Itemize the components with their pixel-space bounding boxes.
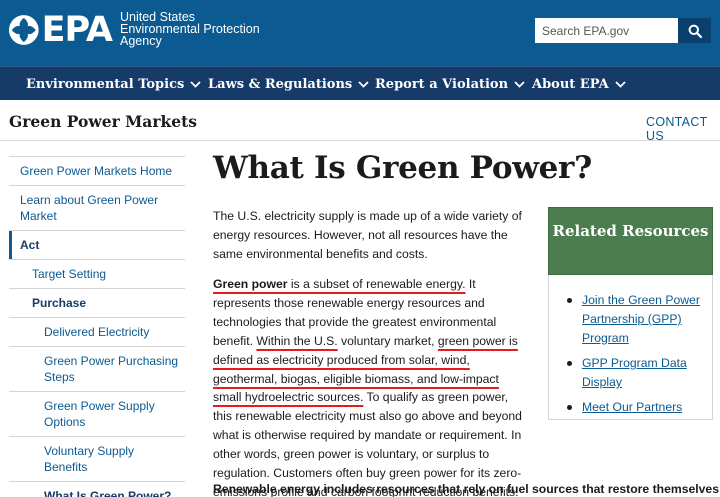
sidebar-item-supply-options[interactable]: Green Power Supply Options bbox=[9, 391, 185, 436]
nav-report-violation[interactable]: Report a Violation bbox=[375, 67, 525, 101]
chevron-down-icon bbox=[615, 80, 626, 88]
sidebar-item-label: Learn about Green Power Market bbox=[20, 193, 159, 223]
sidebar-item-purchasing-steps[interactable]: Green Power Purchasing Steps bbox=[9, 346, 185, 391]
sidebar-item-learn[interactable]: Learn about Green Power Market bbox=[9, 185, 185, 230]
main-nav: Environmental Topics Laws & Regulations … bbox=[0, 66, 720, 100]
sidebar-item-label: Voluntary Supply Benefits bbox=[44, 444, 135, 474]
resource-link-partners[interactable]: Meet Our Partners bbox=[582, 400, 682, 414]
epa-flower-icon bbox=[8, 15, 39, 45]
sidebar-item-markets-home[interactable]: Green Power Markets Home bbox=[9, 156, 185, 185]
resource-link-join-gpp[interactable]: Join the Green Power Partnership (GPP) P… bbox=[582, 293, 700, 345]
divider bbox=[0, 140, 720, 141]
resource-link-gpp-data[interactable]: GPP Program Data Display bbox=[582, 356, 687, 389]
related-resources-list: Join the Green Power Partnership (GPP) P… bbox=[564, 291, 710, 418]
nav-label: Laws & Regulations bbox=[208, 76, 353, 92]
sidebar-item-label: Green Power Markets Home bbox=[20, 164, 173, 178]
sidebar-item-label: What Is Green Power? bbox=[44, 489, 172, 497]
sidebar-item-label: Act bbox=[20, 238, 40, 252]
sidebar-item-label: Green Power Purchasing Steps bbox=[44, 354, 179, 384]
sidebar-item-what-is-green-power[interactable]: What Is Green Power? bbox=[9, 481, 185, 497]
contact-us-link[interactable]: CONTACT US bbox=[646, 115, 720, 143]
nav-environmental-topics[interactable]: Environmental Topics bbox=[26, 67, 201, 101]
chevron-down-icon bbox=[514, 80, 525, 88]
chevron-down-icon bbox=[358, 80, 369, 88]
site-header: EPA United States Environmental Protecti… bbox=[0, 0, 720, 66]
page-title: What Is Green Power? bbox=[213, 150, 592, 186]
sidebar-item-purchase[interactable]: Purchase bbox=[9, 288, 185, 317]
nav-label: About EPA bbox=[532, 76, 609, 92]
epa-logo[interactable]: EPA bbox=[8, 10, 113, 50]
agency-name: United States Environmental Protection A… bbox=[120, 11, 260, 48]
term-green-power: Green power bbox=[213, 277, 288, 291]
list-item: Join the Green Power Partnership (GPP) P… bbox=[564, 291, 710, 348]
definition-paragraph: Green power is a subset of renewable ene… bbox=[213, 275, 529, 497]
annotated-text: Within the U.S. bbox=[256, 333, 338, 348]
search-icon bbox=[688, 24, 702, 38]
sidebar-nav: Green Power Markets Home Learn about Gre… bbox=[9, 156, 185, 497]
annotated-text: is a subset of renewable energy. bbox=[287, 277, 466, 291]
active-indicator bbox=[9, 231, 12, 259]
body-text: voluntary market, bbox=[337, 333, 438, 348]
chevron-down-icon bbox=[190, 80, 201, 88]
sidebar-item-delivered-electricity[interactable]: Delivered Electricity bbox=[9, 317, 185, 346]
nav-label: Environmental Topics bbox=[26, 76, 185, 92]
sidebar-item-act[interactable]: Act bbox=[9, 230, 185, 259]
renewable-paragraph: Renewable energy includes resources that… bbox=[213, 480, 719, 497]
search-button[interactable] bbox=[678, 18, 711, 43]
body-text: Renewable energy includes resources that… bbox=[213, 482, 719, 496]
sidebar-item-label: Target Setting bbox=[32, 267, 107, 281]
nav-laws-regulations[interactable]: Laws & Regulations bbox=[208, 67, 369, 101]
intro-paragraph: The U.S. electricity supply is made up o… bbox=[213, 209, 522, 261]
sidebar-item-label: Purchase bbox=[32, 296, 87, 310]
related-resources-header: Related Resources bbox=[548, 207, 713, 275]
logo-text: EPA bbox=[41, 10, 113, 50]
list-item: Meet Our Partners bbox=[564, 398, 710, 417]
sidebar-item-supply-benefits[interactable]: Voluntary Supply Benefits bbox=[9, 436, 185, 481]
sidebar-item-target-setting[interactable]: Target Setting bbox=[9, 259, 185, 288]
sidebar-item-label: Delivered Electricity bbox=[44, 325, 150, 339]
nav-label: Report a Violation bbox=[375, 76, 509, 92]
sidebar-item-label: Green Power Supply Options bbox=[44, 399, 155, 429]
list-item: GPP Program Data Display bbox=[564, 354, 710, 392]
agency-line: Agency bbox=[120, 34, 162, 48]
section-title[interactable]: Green Power Markets bbox=[9, 112, 197, 131]
search-input[interactable] bbox=[535, 18, 678, 43]
search-form bbox=[535, 18, 711, 43]
nav-about-epa[interactable]: About EPA bbox=[532, 67, 626, 101]
